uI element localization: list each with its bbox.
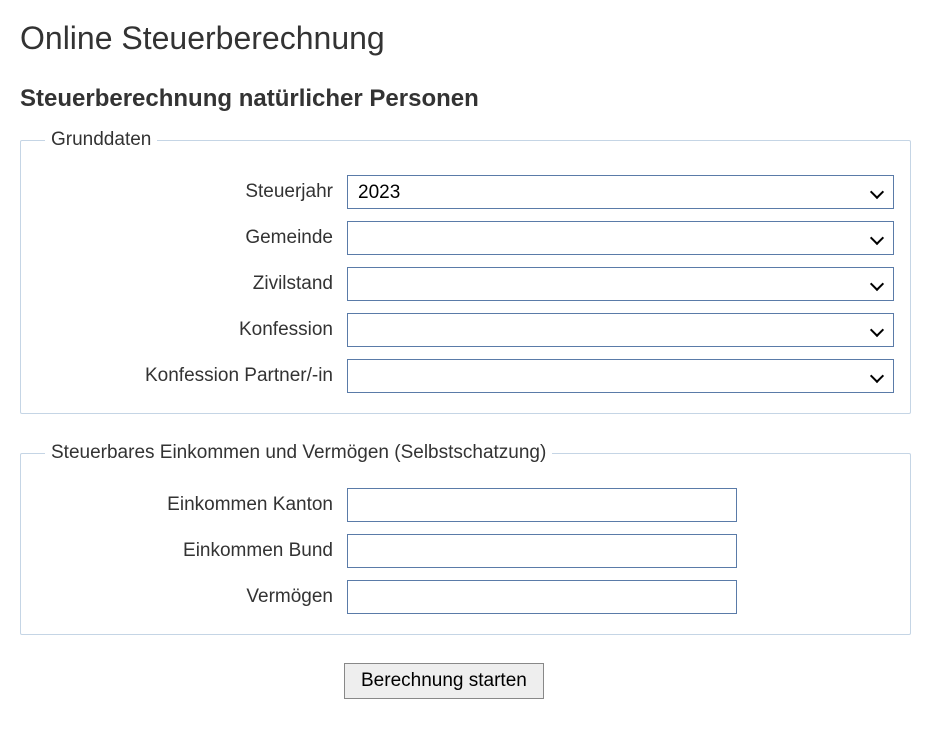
label-einkommen-kanton: Einkommen Kanton: [37, 494, 347, 516]
label-gemeinde: Gemeinde: [37, 227, 347, 249]
label-zivilstand: Zivilstand: [37, 273, 347, 295]
select-gemeinde[interactable]: [347, 221, 894, 255]
submit-button[interactable]: Berechnung starten: [344, 663, 544, 699]
legend-einkommen-vermoegen: Steuerbares Einkommen und Vermögen (Selb…: [45, 442, 552, 464]
label-konfession-partner: Konfession Partner/-in: [37, 365, 347, 387]
label-steuerjahr: Steuerjahr: [37, 181, 347, 203]
select-zivilstand[interactable]: [347, 267, 894, 301]
select-konfession-partner[interactable]: [347, 359, 894, 393]
legend-grunddaten: Grunddaten: [45, 129, 157, 151]
fieldset-einkommen-vermoegen: Steuerbares Einkommen und Vermögen (Selb…: [20, 442, 911, 635]
label-vermoegen: Vermögen: [37, 586, 347, 608]
input-einkommen-kanton[interactable]: [347, 488, 737, 522]
input-vermoegen[interactable]: [347, 580, 737, 614]
fieldset-grunddaten: Grunddaten Steuerjahr 2023 Gemeinde Zivi…: [20, 129, 911, 414]
select-steuerjahr[interactable]: 2023: [347, 175, 894, 209]
select-konfession[interactable]: [347, 313, 894, 347]
input-einkommen-bund[interactable]: [347, 534, 737, 568]
label-einkommen-bund: Einkommen Bund: [37, 540, 347, 562]
label-konfession: Konfession: [37, 319, 347, 341]
page-subtitle: Steuerberechnung natürlicher Personen: [20, 85, 911, 113]
page-title: Online Steuerberechnung: [20, 20, 911, 57]
